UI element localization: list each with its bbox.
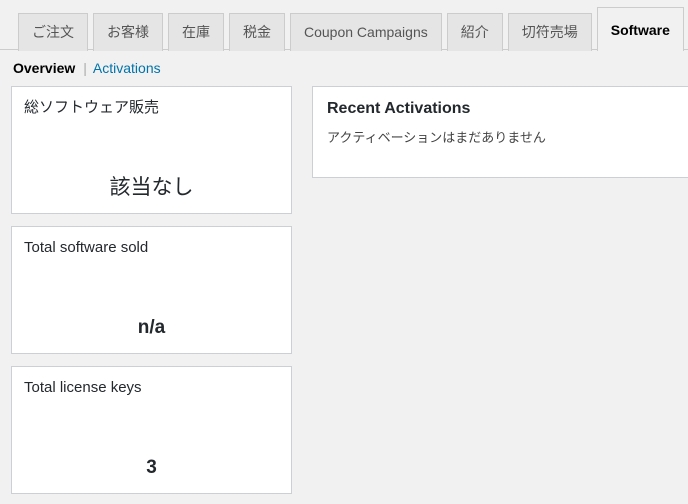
stats-column: 総ソフトウェア販売 該当なし Total software sold n/a Total… <box>11 86 292 494</box>
subnav-item-overview[interactable]: Overview <box>13 60 75 76</box>
subnav-separator: | <box>83 60 87 76</box>
tab-お客様[interactable]: お客様 <box>93 13 163 51</box>
stat-card-value: n/a <box>137 317 166 339</box>
tab-紹介[interactable]: 紹介 <box>446 13 503 51</box>
stat-card: 総ソフトウェア販売該当なし <box>11 86 292 214</box>
tab-coupon-campaigns[interactable]: Coupon Campaigns <box>290 13 442 51</box>
main-content: 総ソフトウェア販売 該当なし Total software sold n/a Total… <box>0 86 688 494</box>
stat-card-title: 総ソフトウェア販売 <box>24 99 160 116</box>
tab-bar: ご注文 お客様 在庫 税金 Coupon Campaigns 紹介 切符売場 Software <box>0 0 688 51</box>
tab-在庫[interactable]: 在庫 <box>168 13 224 51</box>
recent-activations-panel: Recent Activations アクティベーションはまだありません <box>312 86 688 178</box>
tab-list: ご注文 お客様 在庫 税金 Coupon Campaigns 紹介 切符売場 Software <box>18 0 688 51</box>
stat-card: Total software sold n/a <box>11 226 292 354</box>
tab-切符売場[interactable]: 切符売場 <box>507 13 592 51</box>
subnav: Overview | Activations <box>0 50 688 86</box>
tab-税金[interactable]: 税金 <box>229 13 285 51</box>
subnav-item-activations[interactable]: Activations <box>93 60 161 76</box>
tab-ご注文[interactable]: ご注文 <box>18 13 88 51</box>
stat-card-value: 3 <box>146 457 157 479</box>
stat-card-title: Total license keys <box>24 379 142 396</box>
stat-card-title: Total software sold <box>24 239 149 256</box>
recent-activations-title: Recent Activations <box>327 100 471 117</box>
tab-software[interactable]: Software <box>596 7 684 51</box>
recent-activations-empty-message: アクティベーションはまだありません <box>327 130 546 146</box>
stat-card: Total license keys 3 <box>11 366 292 494</box>
stat-card-value: 該当なし <box>109 175 194 199</box>
